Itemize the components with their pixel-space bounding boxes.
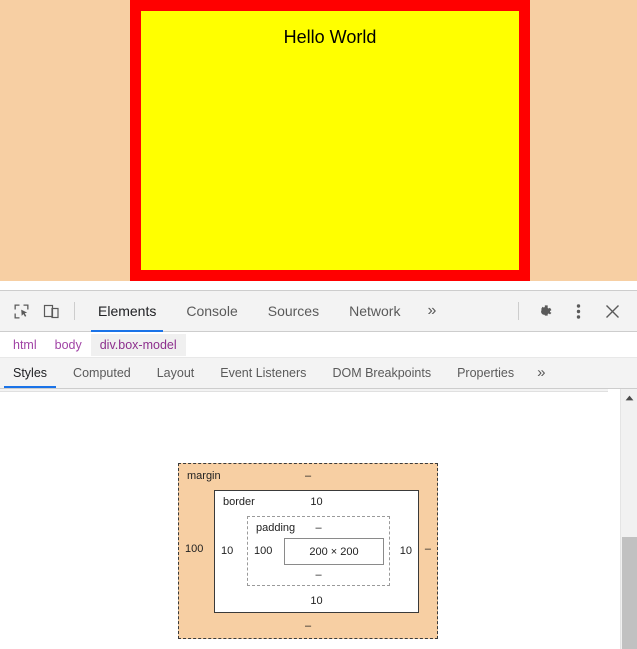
more-sidebar-tabs-chevron-icon[interactable]: » [527,357,555,388]
toolbar-right-divider [518,302,519,320]
tab-styles-label: Styles [13,365,48,380]
box-model-border-top-value[interactable]: 10 [215,496,418,508]
breadcrumb-item-html[interactable]: html [4,334,46,356]
toolbar-divider [74,302,75,320]
tab-dom-breakpoints-label: DOM Breakpoints [332,365,432,380]
box-model-border-region[interactable]: border 10 10 10 10 padding – – – 100 200… [214,490,419,613]
box-model-margin-left-value[interactable]: 100 [185,543,203,555]
tab-computed-label: Computed [73,365,131,380]
tab-dom-breakpoints[interactable]: DOM Breakpoints [319,357,444,388]
scrollbar-thumb[interactable] [622,537,637,649]
box-model-diagram: margin – – – 100 border 10 10 10 10 padd… [178,463,438,639]
breadcrumb: html body div.box-model [0,332,637,358]
more-tabs-chevron-icon[interactable]: » [415,291,448,332]
tab-console[interactable]: Console [171,291,252,332]
box-model-padding-bottom-value[interactable]: – [248,569,389,581]
tab-layout[interactable]: Layout [144,357,208,388]
box-model-margin-region[interactable]: margin – – – 100 border 10 10 10 10 padd… [178,463,438,639]
tab-computed[interactable]: Computed [60,357,144,388]
tab-sources[interactable]: Sources [253,291,334,332]
box-model-padding-region[interactable]: padding – – – 100 200 × 200 [247,516,390,586]
tab-network[interactable]: Network [334,291,415,332]
box-model-content-size[interactable]: 200 × 200 [284,538,384,565]
close-icon[interactable] [595,296,629,326]
breadcrumb-item-div-box-model[interactable]: div.box-model [90,333,186,356]
inspect-element-icon[interactable] [6,297,36,325]
tab-sources-label: Sources [267,303,320,319]
box-model-padding-top-value[interactable]: – [248,522,389,534]
breadcrumb-item-body[interactable]: body [46,334,91,356]
page-body-margin-highlight: Hello World [0,0,637,281]
tab-network-label: Network [349,303,401,319]
box-model-border-right-value[interactable]: 10 [400,545,412,557]
devtools-toolbar-right-group [510,296,637,326]
kebab-menu-icon[interactable] [561,296,595,326]
tab-properties-label: Properties [457,365,515,380]
box-model-margin-top-value[interactable]: – [179,470,437,482]
styles-pane-scrollbar[interactable] [620,389,637,649]
tab-elements[interactable]: Elements [83,291,171,332]
tab-event-listeners-label: Event Listeners [220,365,307,380]
pane-resize-divider[interactable] [0,389,608,392]
tab-properties[interactable]: Properties [444,357,527,388]
tab-elements-label: Elements [98,303,157,319]
box-model-div-border-area: Hello World [130,0,530,281]
tab-styles[interactable]: Styles [0,357,60,388]
hello-world-heading: Hello World [283,27,377,47]
device-toolbar-icon[interactable] [36,297,66,325]
styles-sidebar-tabbar: Styles Computed Layout Event Listeners D… [0,358,637,389]
page-preview-viewport: Hello World [0,0,637,290]
gear-icon[interactable] [527,296,561,326]
tab-layout-label: Layout [156,365,195,380]
scroll-up-arrow-icon[interactable] [621,389,637,406]
box-model-margin-bottom-value[interactable]: – [179,620,437,632]
tab-console-label: Console [186,303,238,319]
tab-event-listeners[interactable]: Event Listeners [207,357,319,388]
box-model-div-content-area: Hello World [141,11,519,270]
box-model-margin-right-value[interactable]: – [425,543,431,555]
box-model-padding-left-value[interactable]: 100 [254,545,272,557]
box-model-border-bottom-value[interactable]: 10 [215,595,418,607]
box-model-border-left-value[interactable]: 10 [221,545,233,557]
devtools-main-toolbar: Elements Console Sources Network » [0,291,637,332]
